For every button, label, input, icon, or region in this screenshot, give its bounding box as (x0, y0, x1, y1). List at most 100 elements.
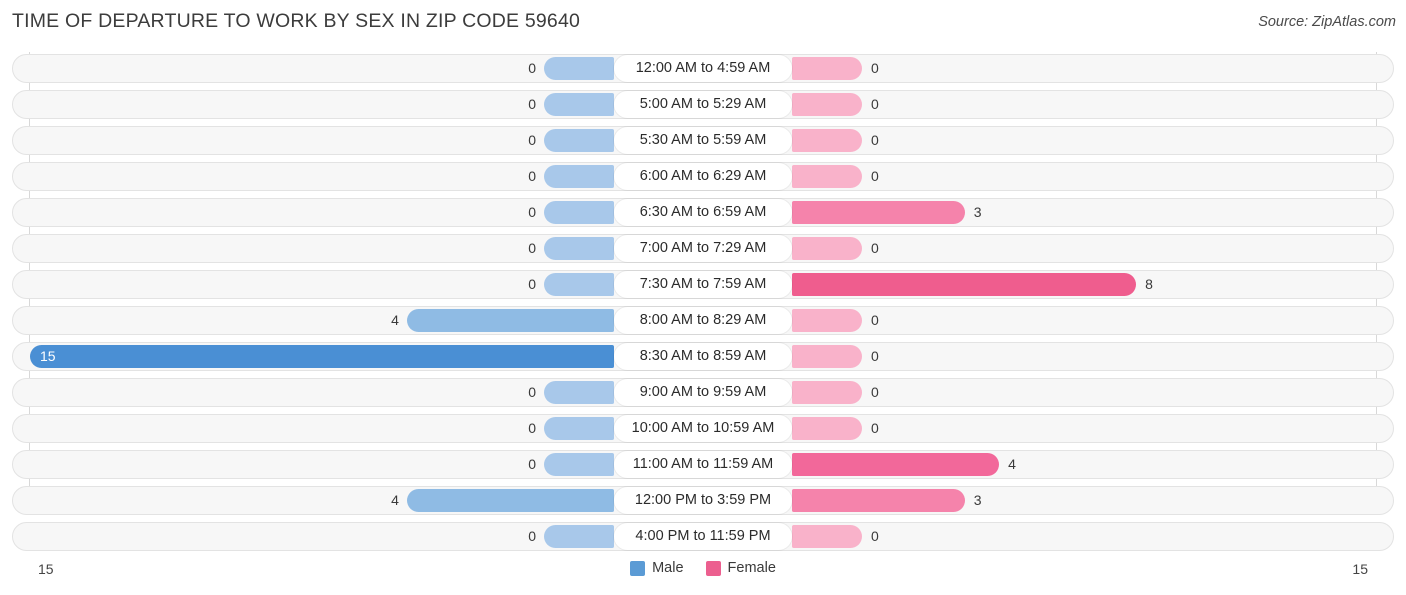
category-label: 4:00 PM to 11:59 PM (614, 523, 792, 550)
legend-swatch-male-icon (630, 560, 646, 576)
category-label: 12:00 AM to 4:59 AM (614, 55, 792, 82)
diverging-bar-chart: 0 0 12:00 AM to 4:59 AM 0 0 5:00 AM to 5:29 A… (0, 52, 1406, 557)
row-bars: 0 0 4:00 PM to 11:59 PM (0, 520, 1406, 556)
category-label: 5:30 AM to 5:59 AM (614, 127, 792, 154)
page-title: TIME OF DEPARTURE TO WORK BY SEX IN ZIP … (12, 10, 581, 32)
chart-row: 0 3 6:30 AM to 6:59 AM (0, 196, 1406, 232)
bar-female[interactable] (792, 489, 965, 512)
bar-value-male: 0 (528, 240, 536, 256)
chart-row: 0 8 7:30 AM to 7:59 AM (0, 268, 1406, 304)
category-label: 11:00 AM to 11:59 AM (614, 451, 792, 478)
row-bars: 0 0 9:00 AM to 9:59 AM (0, 376, 1406, 412)
category-label: 9:00 AM to 9:59 AM (614, 379, 792, 406)
chart-row: 0 0 10:00 AM to 10:59 AM (0, 412, 1406, 448)
bar-value-female: 0 (871, 60, 879, 76)
bar-male[interactable] (544, 453, 614, 476)
chart-row: 0 0 9:00 AM to 9:59 AM (0, 376, 1406, 412)
category-label: 7:30 AM to 7:59 AM (614, 271, 792, 298)
bar-female[interactable] (792, 165, 862, 188)
bar-value-male: 0 (528, 168, 536, 184)
legend-swatch-female-icon (705, 560, 721, 576)
bar-female[interactable] (792, 237, 862, 260)
bar-value-female: 0 (871, 348, 879, 364)
bar-value-male: 4 (391, 492, 399, 508)
category-label: 7:00 AM to 7:29 AM (614, 235, 792, 262)
chart-row: 0 0 5:30 AM to 5:59 AM (0, 124, 1406, 160)
legend-item-female[interactable]: Female (705, 560, 776, 576)
bar-value-female: 0 (871, 384, 879, 400)
bar-male[interactable] (406, 489, 614, 512)
bar-male[interactable] (30, 345, 614, 368)
row-bars: 0 0 7:00 AM to 7:29 AM (0, 232, 1406, 268)
bar-male[interactable] (544, 237, 614, 260)
category-label: 8:30 AM to 8:59 AM (614, 343, 792, 370)
bar-female[interactable] (792, 273, 1137, 296)
bar-male[interactable] (544, 381, 614, 404)
category-label: 12:00 PM to 3:59 PM (614, 487, 792, 514)
legend: Male Female (0, 560, 1406, 576)
row-bars: 0 4 11:00 AM to 11:59 AM (0, 448, 1406, 484)
row-bars: 0 8 7:30 AM to 7:59 AM (0, 268, 1406, 304)
chart-row: 0 0 7:00 AM to 7:29 AM (0, 232, 1406, 268)
bar-value-female: 0 (871, 240, 879, 256)
chart-footer: 15 15 Male Female (0, 557, 1406, 595)
bar-male[interactable] (544, 417, 614, 440)
bar-male[interactable] (544, 129, 614, 152)
row-bars: 15 0 8:30 AM to 8:59 AM (0, 340, 1406, 376)
bar-value-male: 0 (528, 60, 536, 76)
bar-value-female: 0 (871, 312, 879, 328)
category-label: 10:00 AM to 10:59 AM (614, 415, 792, 442)
chart-row: 0 0 12:00 AM to 4:59 AM (0, 52, 1406, 88)
legend-label-male: Male (652, 560, 684, 576)
legend-item-male[interactable]: Male (630, 560, 684, 576)
category-label: 8:00 AM to 8:29 AM (614, 307, 792, 334)
row-bars: 0 0 12:00 AM to 4:59 AM (0, 52, 1406, 88)
bar-female[interactable] (792, 93, 862, 116)
bar-value-female: 0 (871, 528, 879, 544)
bar-male[interactable] (544, 525, 614, 548)
row-bars: 0 0 5:00 AM to 5:29 AM (0, 88, 1406, 124)
chart-row: 15 0 8:30 AM to 8:59 AM (0, 340, 1406, 376)
bar-value-female: 4 (1008, 456, 1016, 472)
bar-value-male: 0 (528, 96, 536, 112)
bar-male[interactable] (544, 57, 614, 80)
bar-female[interactable] (792, 309, 862, 332)
category-label: 5:00 AM to 5:29 AM (614, 91, 792, 118)
bar-female[interactable] (792, 345, 862, 368)
bar-value-female: 0 (871, 132, 879, 148)
row-bars: 0 0 10:00 AM to 10:59 AM (0, 412, 1406, 448)
bar-male[interactable] (544, 273, 614, 296)
bar-value-male: 15 (40, 348, 56, 364)
bar-value-male: 0 (528, 420, 536, 436)
legend-label-female: Female (727, 560, 776, 576)
row-bars: 4 3 12:00 PM to 3:59 PM (0, 484, 1406, 520)
bar-value-female: 3 (973, 492, 982, 508)
chart-row: 0 0 6:00 AM to 6:29 AM (0, 160, 1406, 196)
bar-value-male: 0 (528, 456, 536, 472)
bar-female[interactable] (792, 525, 862, 548)
category-label: 6:00 AM to 6:29 AM (614, 163, 792, 190)
row-bars: 4 0 8:00 AM to 8:29 AM (0, 304, 1406, 340)
bar-value-female: 8 (1145, 276, 1153, 292)
bar-value-male: 0 (528, 276, 536, 292)
bar-female[interactable] (792, 381, 862, 404)
category-label: 6:30 AM to 6:59 AM (614, 199, 792, 226)
bar-value-male: 0 (528, 528, 536, 544)
chart-page: TIME OF DEPARTURE TO WORK BY SEX IN ZIP … (0, 0, 1406, 595)
row-bars: 0 3 6:30 AM to 6:59 AM (0, 196, 1406, 232)
bar-female[interactable] (792, 57, 862, 80)
bar-female[interactable] (792, 453, 1000, 476)
bar-value-male: 0 (528, 132, 536, 148)
bar-male[interactable] (544, 93, 614, 116)
bar-female[interactable] (792, 129, 862, 152)
row-bars: 0 0 6:00 AM to 6:29 AM (0, 160, 1406, 196)
bar-male[interactable] (544, 165, 614, 188)
bar-male[interactable] (544, 201, 614, 224)
chart-row: 0 0 4:00 PM to 11:59 PM (0, 520, 1406, 556)
bar-male[interactable] (406, 309, 614, 332)
bar-female[interactable] (792, 417, 862, 440)
bar-value-male: 4 (391, 312, 399, 328)
chart-row: 4 3 12:00 PM to 3:59 PM (0, 484, 1406, 520)
bar-female[interactable] (792, 201, 965, 224)
bar-value-female: 3 (973, 204, 982, 220)
